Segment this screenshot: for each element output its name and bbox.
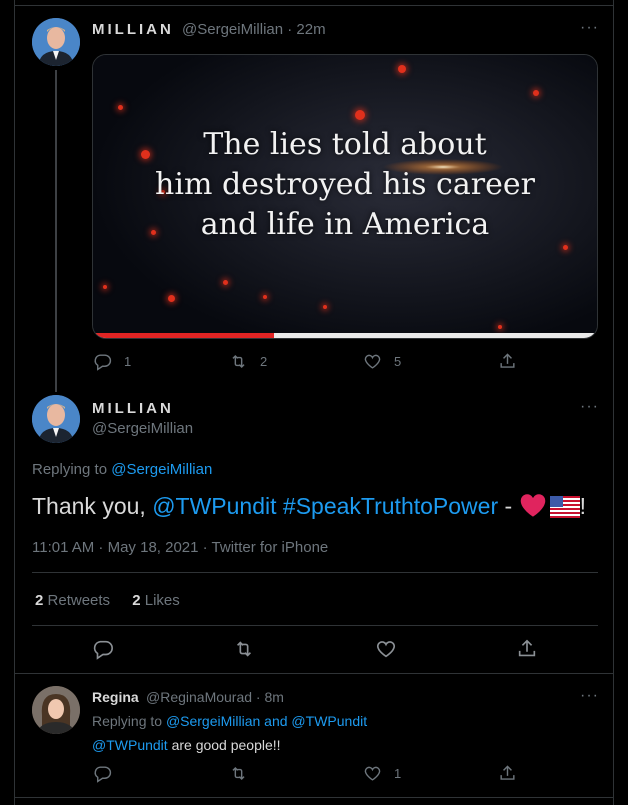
likes-stat[interactable]: 2 Likes [132,592,180,609]
retweet-button[interactable] [233,638,255,665]
mention-link[interactable]: @TWPundit [92,737,168,753]
divider [14,797,614,798]
likes-count: 2 [132,592,141,609]
retweet-icon [232,766,245,781]
like-action[interactable]: 5 [363,352,401,371]
retweets-count: 2 [35,592,44,609]
column-border-left [14,0,15,805]
video-progress-fill [93,333,275,338]
replying-to-link[interactable]: @SergeiMillian [111,461,212,478]
us-flag-emoji-icon [549,496,580,518]
reply-icon [94,766,112,783]
more-options-button[interactable]: ··· [580,687,599,705]
display-name[interactable]: MILLIAN [92,400,174,417]
red-heart-emoji-icon [520,494,545,517]
ember-particle [223,280,228,285]
like-button[interactable] [375,638,397,665]
reply-action[interactable]: 1 [93,352,131,371]
replying-to-prefix: Replying to [32,461,112,478]
mention-link[interactable]: @TWPundit [152,493,276,519]
replying-to: Replying to @SergeiMillian [32,461,212,478]
share-button[interactable] [516,638,538,665]
retweet-icon [232,354,245,369]
ember-particle [118,105,123,110]
like-count: 1 [394,766,402,781]
retweets-stat[interactable]: 2 Retweets [35,592,110,609]
reply-icon [94,354,112,371]
ember-particle [168,295,175,302]
display-name[interactable]: MILLIAN [92,21,174,38]
retweet-action[interactable]: 2 [229,352,267,371]
tweet-text-end: ! [579,493,586,519]
ember-particle [398,65,406,73]
tweet-text-dash: - [498,493,519,519]
divider [32,625,598,626]
ember-particle [355,110,365,120]
user-handle[interactable]: @SergeiMillian [92,420,193,437]
likes-label: Likes [144,592,180,609]
ember-particle [563,245,568,250]
engagement-stats: 2 Retweets 2 Likes [35,592,180,609]
like-action[interactable]: 1 [363,764,401,783]
replying-to-link[interactable]: @SergeiMillian and @TWPundit [166,713,367,729]
replying-to: Replying to @SergeiMillian and @TWPundit [92,713,367,729]
reply-count: 1 [124,354,132,369]
avatar[interactable] [32,395,80,443]
tweet-text: Thank you, @TWPundit #SpeakTruthtoPower … [32,492,586,520]
video-caption-line: him destroyed his career [155,167,535,202]
tweet-text: @TWPundit are good people!! [92,737,281,753]
share-icon [518,639,536,657]
heart-icon [364,766,381,781]
retweet-action[interactable] [229,764,248,783]
divider [14,673,614,674]
share-action[interactable] [498,764,517,783]
user-handle[interactable]: @SergeiMillian · 22m [182,21,326,38]
ember-particle [498,325,502,329]
ember-particle [103,285,107,289]
video-caption-line: The lies told about [203,127,487,162]
replying-to-prefix: Replying to [92,713,166,729]
retweet-icon [236,641,252,657]
thread-line [55,70,57,392]
divider [32,572,598,573]
tweet-timestamp[interactable]: 11:01 AM · May 18, 2021 · Twitter for iP… [32,539,328,556]
reply-icon [93,640,113,660]
display-name[interactable]: Regina [92,689,139,705]
ember-particle [323,305,327,309]
video-caption: The lies told about him destroyed his ca… [93,125,597,245]
share-icon [500,353,515,368]
more-options-button[interactable]: ··· [580,398,599,416]
divider-top [14,5,614,6]
tweet-text-body: are good people!! [167,737,281,753]
retweets-label: Retweets [47,592,111,609]
avatar[interactable] [32,686,80,734]
reply-action[interactable] [93,764,112,783]
hashtag-link[interactable]: #SpeakTruthtoPower [283,493,498,519]
video-caption-line: and life in America [200,207,490,242]
avatar[interactable] [32,18,80,66]
retweet-count: 2 [260,354,268,369]
more-options-button[interactable]: ··· [580,19,599,37]
column-border-right [613,0,614,805]
heart-icon [364,354,381,369]
ember-particle [533,90,539,96]
user-handle[interactable]: @ReginaMourad · 8m [146,689,284,705]
share-action[interactable] [498,352,517,371]
video-player[interactable]: The lies told about him destroyed his ca… [92,54,598,339]
like-count: 5 [394,354,402,369]
share-icon [500,765,515,780]
tweet-text-start: Thank you, [32,493,153,519]
heart-icon [376,641,396,658]
reply-button[interactable] [92,638,114,665]
ember-particle [263,295,267,299]
